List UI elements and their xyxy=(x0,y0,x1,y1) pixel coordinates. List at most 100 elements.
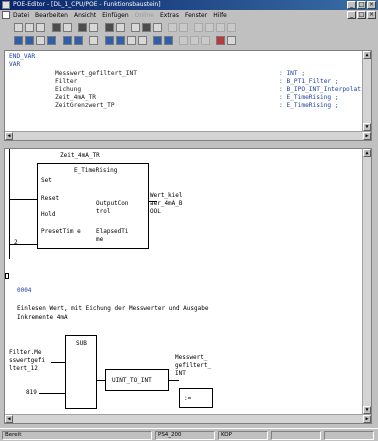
output-variable: Wert_kiel aer_4mA_B OOL xyxy=(150,192,183,215)
scroll-left-icon[interactable]: ◀ xyxy=(5,415,13,423)
conversion-block-label: UINT_TO_INT xyxy=(112,377,152,384)
jump-icon[interactable] xyxy=(47,36,56,45)
status-plc: PS4_200 xyxy=(155,431,215,440)
editor-toolbar xyxy=(0,35,378,47)
scroll-down-icon[interactable]: ▼ xyxy=(363,406,371,414)
help-context-icon[interactable] xyxy=(227,36,236,45)
declaration-horizontal-scrollbar[interactable]: ◀ ▶ xyxy=(5,131,371,140)
output-pin-outputcontrol: OutputCon trol xyxy=(96,200,129,215)
result-variable: Messwert_ gefiltert_ INT xyxy=(175,354,212,377)
paste-icon[interactable] xyxy=(153,23,162,32)
build-icon[interactable] xyxy=(216,23,225,32)
scroll-up-icon[interactable]: ▲ xyxy=(363,51,371,59)
save-all-icon[interactable] xyxy=(63,23,72,32)
zoom-icon[interactable] xyxy=(153,36,162,45)
monitor-icon[interactable] xyxy=(179,36,188,45)
maximize-button[interactable]: □ xyxy=(357,1,366,9)
sub-block[interactable]: SUB xyxy=(65,335,97,409)
menu-hilfe[interactable]: Hilfe xyxy=(213,12,227,19)
variable-type: : B_IPO_INT_Interpolation ; xyxy=(279,86,372,93)
find-icon[interactable] xyxy=(105,23,114,32)
sub-output-wire xyxy=(97,380,105,381)
menu-ansicht[interactable]: Ansicht xyxy=(74,12,96,19)
coil-icon[interactable] xyxy=(25,36,34,45)
project-icon[interactable] xyxy=(52,23,61,32)
scroll-down-icon[interactable]: ▼ xyxy=(363,123,371,131)
scroll-right-icon[interactable]: ▶ xyxy=(363,415,371,423)
network-marker xyxy=(5,273,9,279)
ladder-vertical-scrollbar[interactable]: ▲ ▼ xyxy=(362,149,371,414)
rebuild-icon[interactable] xyxy=(227,23,236,32)
box-icon[interactable] xyxy=(36,36,45,45)
assign-block[interactable]: := xyxy=(179,388,213,408)
force-icon[interactable] xyxy=(201,36,210,45)
doc-restore-button[interactable]: □ xyxy=(357,11,366,19)
status-bar: Bereit PS4_200 KOP xyxy=(0,428,378,441)
input-pin-set: Set xyxy=(41,177,52,184)
scroll-right-icon[interactable]: ▶ xyxy=(363,132,371,140)
check-icon[interactable] xyxy=(205,23,214,32)
const-input-wire xyxy=(39,393,65,394)
declaration-row: ZeitGrenzwert_TP : E_TimeRising ; xyxy=(55,102,339,109)
menu-bearbeiten[interactable]: Bearbeiten xyxy=(35,12,68,19)
doc-minimize-button[interactable]: _ xyxy=(347,11,356,19)
display-icon[interactable] xyxy=(164,36,173,45)
menu-extras[interactable]: Extras xyxy=(160,12,179,19)
ladder-editor[interactable]: Zeit_4mA_TR E_TimeRising Set Reset Hold … xyxy=(4,148,372,424)
variable-type: : E_TimeRising ; xyxy=(279,102,339,109)
redo-icon[interactable] xyxy=(179,23,188,32)
status-mode: Bereit xyxy=(2,431,152,440)
network-comment: Einlesen Wert, mit Eichung der Messwerte… xyxy=(17,305,209,321)
menu-datei[interactable]: Datei xyxy=(13,12,29,19)
save-icon[interactable] xyxy=(36,23,45,32)
declaration-row: Zeit_4mA_TR : E_TimeRising ; xyxy=(55,94,339,101)
output-icon[interactable] xyxy=(116,36,125,45)
open-file-icon[interactable] xyxy=(25,23,34,32)
declaration-editor[interactable]: END_VAR VAR Messwert_gefiltert_INT : INT… xyxy=(4,50,372,141)
set-reset-icon[interactable] xyxy=(138,36,147,45)
contact-icon[interactable] xyxy=(14,36,23,45)
scroll-left-icon[interactable]: ◀ xyxy=(5,132,13,140)
compile-icon[interactable] xyxy=(194,23,203,32)
status-language: KOP xyxy=(218,431,268,440)
network-before-icon[interactable] xyxy=(63,36,72,45)
write-icon[interactable] xyxy=(190,36,199,45)
constant-input: 819 xyxy=(26,389,37,396)
network-after-icon[interactable] xyxy=(74,36,83,45)
comment-icon[interactable] xyxy=(89,36,98,45)
copy-icon[interactable] xyxy=(142,23,151,32)
new-file-icon[interactable] xyxy=(14,23,23,32)
print-preview-icon[interactable] xyxy=(89,23,98,32)
doc-close-button[interactable]: × xyxy=(367,11,376,19)
scroll-up-icon[interactable]: ▲ xyxy=(363,149,371,157)
menu-fenster[interactable]: Fenster xyxy=(185,12,207,19)
minimize-button[interactable]: _ xyxy=(347,1,356,9)
app-icon xyxy=(2,1,10,9)
document-icon xyxy=(2,11,10,19)
declaration-row: Messwert_gefiltert_INT : INT ; xyxy=(55,70,305,77)
breakpoint-icon[interactable] xyxy=(216,36,225,45)
print-icon[interactable] xyxy=(78,23,87,32)
declaration-row: Eichung : B_IPO_INT_Interpolation ; xyxy=(55,86,371,93)
output-pin-elapsedtime: ElapsedTi me xyxy=(96,228,129,243)
undo-icon[interactable] xyxy=(168,23,177,32)
function-block-e-timerising[interactable]: E_TimeRising Set Reset Hold PresetTim e … xyxy=(37,163,149,249)
ladder-horizontal-scrollbar[interactable]: ◀ ▶ xyxy=(5,414,371,423)
input-icon[interactable] xyxy=(105,36,114,45)
variable-name: Filter xyxy=(55,78,78,85)
find-next-icon[interactable] xyxy=(116,23,125,32)
cut-icon[interactable] xyxy=(131,23,140,32)
menu-einfuegen[interactable]: Einfügen xyxy=(102,12,128,19)
variable-name: ZeitGrenzwert_TP xyxy=(55,102,115,109)
declaration-vertical-scrollbar[interactable]: ▲ ▼ xyxy=(362,51,371,131)
rung-wire xyxy=(10,199,37,200)
standard-toolbar xyxy=(0,22,378,34)
negate-icon[interactable] xyxy=(127,36,136,45)
instance-name: Zeit_4mA_TR xyxy=(60,152,100,159)
close-button[interactable]: × xyxy=(367,1,376,9)
uint-to-int-block[interactable]: UINT_TO_INT xyxy=(105,369,169,391)
block-type: E_TimeRising xyxy=(74,167,118,174)
input-pin-hold: Hold xyxy=(41,211,56,218)
variable-name: Messwert_gefiltert_INT xyxy=(55,70,137,77)
status-field xyxy=(324,431,374,440)
